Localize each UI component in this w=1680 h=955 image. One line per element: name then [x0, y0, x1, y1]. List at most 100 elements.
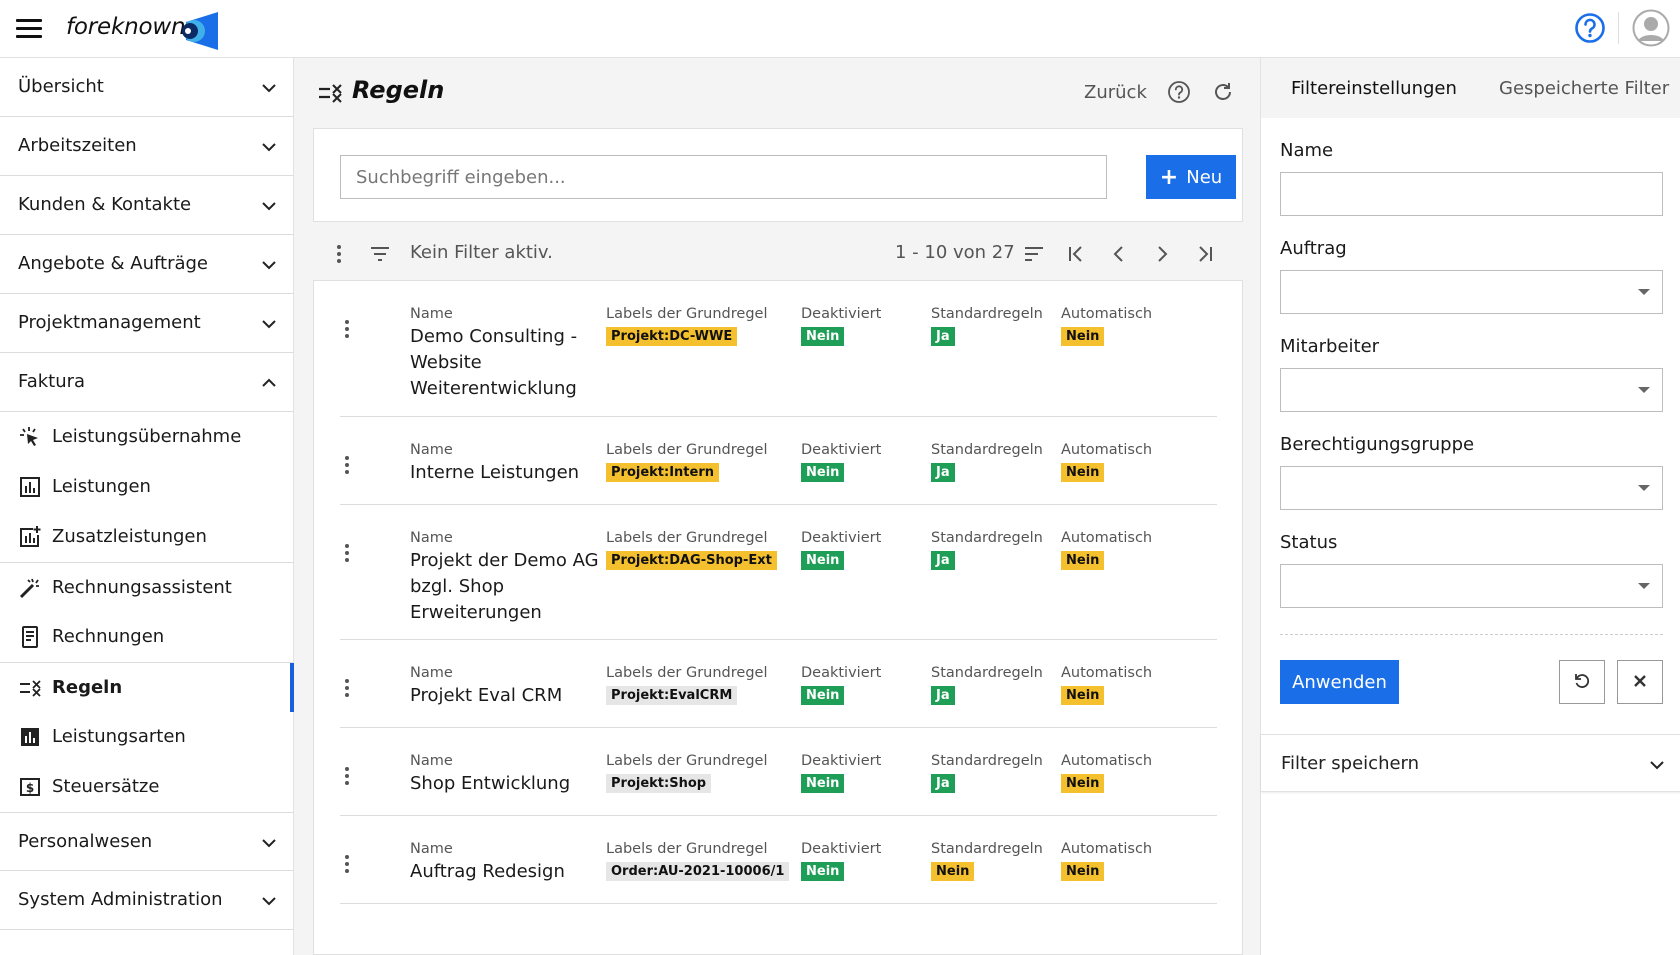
tab-filter-settings[interactable]: Filtereinstellungen	[1291, 78, 1457, 99]
sidebar-item-leistungen[interactable]: Leistungen	[0, 462, 293, 512]
hamburger-icon[interactable]	[16, 19, 42, 39]
table-row[interactable]: Name Projekt der Demo AG bzgl. Shop Erwei…	[340, 505, 1217, 640]
chevron-down-icon	[262, 202, 276, 211]
column-label: Name	[410, 306, 453, 322]
table-row[interactable]: Name Auftrag Redesign Labels der Grundrege…	[340, 816, 1217, 904]
rules-list: Name Demo Consulting - Website Weiterentw…	[313, 280, 1243, 955]
sidebar-item-rechnungsassistent[interactable]: Rechnungsassistent	[0, 562, 293, 612]
cell-standard: Standardregeln Ja	[931, 665, 1043, 705]
dollar-box-icon: $	[20, 778, 40, 796]
cell-labels: Labels der Grundregel Order:AU-2021-10006…	[606, 841, 790, 881]
column-label: Deaktiviert	[801, 753, 882, 769]
row-menu-icon[interactable]	[340, 765, 354, 787]
prev-page-icon[interactable]	[1108, 243, 1130, 265]
row-menu-icon[interactable]	[340, 454, 354, 476]
cell-name: Name Shop Entwicklung	[410, 753, 600, 797]
rule-name: Projekt der Demo AG bzgl. Shop Erweiteru…	[410, 550, 599, 623]
cell-automatic: Automatisch Nein	[1061, 753, 1152, 793]
refresh-icon[interactable]	[1211, 80, 1235, 104]
badge-standard: Ja	[931, 463, 955, 482]
cell-automatic: Automatisch Nein	[1061, 841, 1152, 881]
badge-labels: Projekt:EvalCRM	[606, 686, 738, 705]
apply-button[interactable]: Anwenden	[1280, 660, 1399, 704]
berechtigungsgruppe-select[interactable]	[1280, 466, 1663, 510]
sidebar-item-steuersaetze[interactable]: $ Steuersätze	[0, 762, 293, 812]
sparkle-cursor-icon	[20, 427, 38, 446]
nav-group-faktura[interactable]: Faktura	[0, 353, 293, 412]
table-row[interactable]: Name Demo Consulting - Website Weiterentw…	[340, 281, 1217, 417]
table-row[interactable]: Name Projekt Eval CRM Labels der Grundrege…	[340, 640, 1217, 728]
search-input[interactable]	[340, 155, 1107, 199]
filter-divider	[1280, 634, 1663, 635]
nav-group-label: Arbeitszeiten	[18, 135, 137, 156]
nav-group-angebote[interactable]: Angebote & Aufträge	[0, 235, 293, 294]
sidebar-item-regeln[interactable]: Regeln	[0, 662, 294, 712]
back-button[interactable]: Zurück	[1084, 82, 1147, 103]
table-row[interactable]: Name Shop Entwicklung Labels der Grundrege…	[340, 728, 1217, 816]
sort-icon[interactable]	[1023, 243, 1045, 265]
column-label: Labels der Grundregel	[606, 442, 768, 458]
badge-labels: Projekt:Intern	[606, 463, 719, 482]
magic-wand-icon	[19, 578, 39, 599]
new-button[interactable]: + Neu	[1146, 155, 1236, 199]
rule-name: Projekt Eval CRM	[410, 685, 563, 706]
nav-group-personalwesen[interactable]: Personalwesen	[0, 812, 293, 871]
save-filter-accordion[interactable]: Filter speichern	[1261, 734, 1680, 792]
cell-standard: Standardregeln Ja	[931, 530, 1043, 570]
column-label: Labels der Grundregel	[606, 841, 768, 857]
row-menu-icon[interactable]	[340, 542, 354, 564]
column-label: Automatisch	[1061, 665, 1153, 681]
auftrag-select[interactable]	[1280, 270, 1663, 314]
badge-deactivated: Nein	[801, 774, 845, 793]
last-page-icon[interactable]	[1194, 243, 1216, 265]
mitarbeiter-select[interactable]	[1280, 368, 1663, 412]
column-label: Automatisch	[1061, 753, 1153, 769]
row-menu-icon[interactable]	[340, 677, 354, 699]
chevron-down-icon	[262, 320, 276, 329]
sidebar-item-zusatzleistungen[interactable]: Zusatzleistungen	[0, 512, 293, 562]
filter-panel: Filtereinstellungen Gespeicherte Filter …	[1260, 58, 1680, 955]
badge-automatic: Nein	[1061, 327, 1105, 346]
reset-filter-button[interactable]	[1559, 660, 1605, 704]
column-label: Deaktiviert	[801, 442, 882, 458]
nav-group-arbeitszeiten[interactable]: Arbeitszeiten	[0, 117, 293, 176]
row-menu-icon[interactable]	[340, 318, 354, 340]
cell-deactivated: Deaktiviert Nein	[801, 306, 881, 346]
filter-status: Kein Filter aktiv.	[410, 242, 553, 263]
filter-icon[interactable]	[369, 243, 391, 265]
help-icon[interactable]	[1167, 80, 1191, 104]
rules-icon	[319, 84, 342, 103]
table-row[interactable]: Name Interne Leistungen Labels der Grundre…	[340, 417, 1217, 505]
top-divider	[1618, 12, 1619, 44]
user-avatar-icon[interactable]	[1632, 9, 1670, 47]
new-button-label: Neu	[1186, 166, 1223, 188]
nav-group-uebersicht[interactable]: Übersicht	[0, 58, 293, 117]
next-page-icon[interactable]	[1151, 243, 1173, 265]
close-filter-button[interactable]	[1617, 660, 1663, 704]
name-input[interactable]	[1280, 172, 1663, 216]
column-label: Automatisch	[1061, 442, 1153, 458]
first-page-icon[interactable]	[1065, 243, 1087, 265]
column-label: Standardregeln	[931, 306, 1043, 322]
top-bar: foreknown	[0, 0, 1680, 58]
column-label: Standardregeln	[931, 753, 1043, 769]
nav-group-label: Personalwesen	[18, 831, 153, 852]
help-icon[interactable]	[1574, 12, 1606, 44]
sidebar-item-leistungsarten[interactable]: Leistungsarten	[0, 712, 293, 762]
cell-name: Name Projekt der Demo AG bzgl. Shop Erwei…	[410, 530, 600, 626]
chevron-down-icon	[262, 143, 276, 152]
more-vertical-icon[interactable]	[328, 243, 350, 265]
column-label: Name	[410, 665, 453, 681]
sidebar-item-rechnungen[interactable]: Rechnungen	[0, 612, 293, 662]
status-select[interactable]	[1280, 564, 1663, 608]
cell-labels: Labels der Grundregel Projekt:DAG-Shop-Ex…	[606, 530, 777, 570]
badge-deactivated: Nein	[801, 862, 845, 881]
nav-group-projektmanagement[interactable]: Projektmanagement	[0, 294, 293, 353]
tab-saved-filters[interactable]: Gespeicherte Filter	[1499, 78, 1669, 99]
row-menu-icon[interactable]	[340, 853, 354, 875]
badge-deactivated: Nein	[801, 686, 845, 705]
nav-group-system-administration[interactable]: System Administration	[0, 871, 293, 930]
save-filter-label: Filter speichern	[1281, 753, 1420, 774]
sidebar-item-leistungsuebernahme[interactable]: Leistungsübernahme	[0, 412, 293, 462]
nav-group-kunden[interactable]: Kunden & Kontakte	[0, 176, 293, 235]
